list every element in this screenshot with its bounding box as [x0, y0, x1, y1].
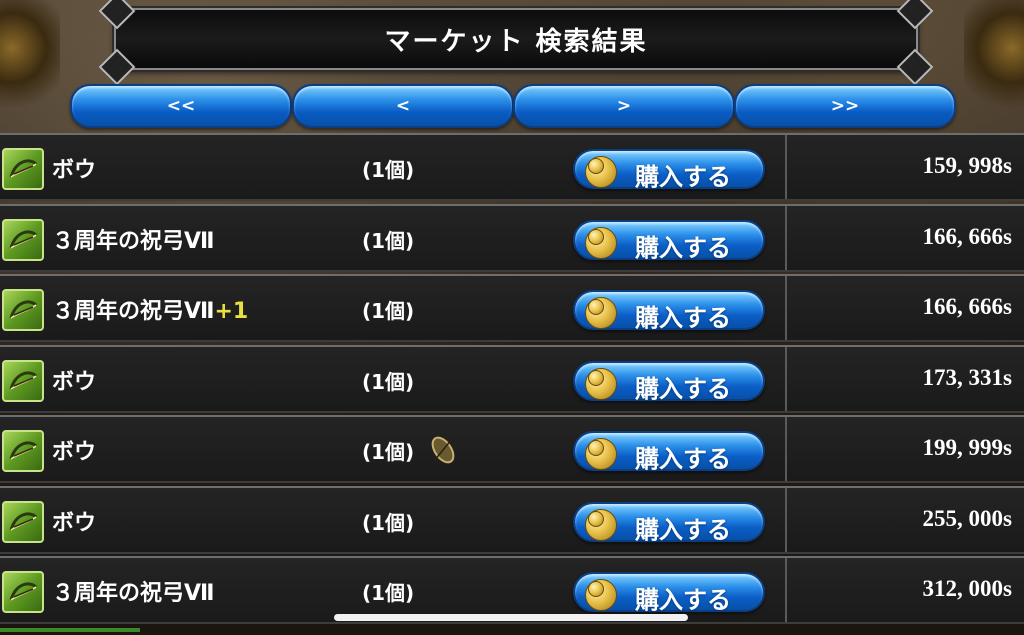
bow-icon: [2, 430, 44, 472]
list-item[interactable]: ３周年の祝弓Ⅶ+1 (1個) 購入する 166, 666s: [0, 274, 1024, 342]
leaf-icon: [431, 436, 455, 464]
item-price: 166, 666s: [922, 294, 1012, 319]
column-divider: [785, 417, 787, 481]
bow-icon: [2, 289, 44, 331]
item-name: ３周年の祝弓Ⅶ: [52, 228, 215, 254]
column-divider: [785, 205, 787, 270]
column-divider: [785, 276, 787, 340]
list-item[interactable]: ボウ (1個) 購入する 159, 998s: [0, 133, 1024, 201]
buy-button[interactable]: 購入する: [573, 431, 765, 473]
list-item[interactable]: ボウ (1個) 購入する 255, 000s: [0, 485, 1024, 554]
buy-button-label: 購入する: [635, 163, 731, 191]
buy-button[interactable]: 購入する: [573, 149, 765, 191]
bow-icon: [2, 148, 44, 190]
item-quantity: (1個): [362, 581, 415, 605]
list-item[interactable]: ボウ (1個) 購入する 173, 331s: [0, 344, 1024, 413]
list-item[interactable]: ボウ (1個) 購入する 199, 999s: [0, 415, 1024, 483]
coin-icon: [585, 156, 617, 188]
item-quantity: (1個): [362, 299, 415, 323]
buy-button[interactable]: 購入する: [573, 219, 765, 262]
home-indicator[interactable]: [334, 614, 688, 621]
item-price: 199, 999s: [922, 435, 1012, 460]
last-page-button[interactable]: >>: [734, 84, 956, 128]
buy-button[interactable]: 購入する: [573, 290, 765, 332]
coin-icon: [585, 297, 617, 329]
buy-button-label: 購入する: [635, 374, 731, 403]
coin-icon: [585, 226, 617, 259]
next-page-button[interactable]: >: [513, 84, 735, 128]
column-divider: [785, 135, 787, 199]
ornament-left: [0, 0, 60, 120]
item-quantity: (1個): [362, 510, 415, 535]
buy-button-label: 購入する: [635, 445, 731, 473]
column-divider: [785, 487, 787, 552]
column-divider: [785, 346, 787, 411]
item-price: 159, 998s: [922, 153, 1012, 178]
item-quantity: (1個): [362, 440, 415, 464]
first-page-button[interactable]: <<: [70, 84, 292, 128]
item-price: 173, 331s: [922, 364, 1012, 390]
coin-icon: [585, 367, 617, 400]
buy-button[interactable]: 購入する: [573, 572, 765, 614]
list-item[interactable]: ３周年の祝弓Ⅶ (1個) 購入する 166, 666s: [0, 203, 1024, 272]
coin-icon: [585, 508, 617, 541]
item-name: ボウ: [52, 510, 97, 536]
item-name: ３周年の祝弓Ⅶ+1: [52, 299, 249, 324]
title-bar: マーケット 検索結果: [98, 0, 934, 86]
page-title: マーケット 検索結果: [384, 26, 648, 57]
item-name: ボウ: [52, 158, 97, 183]
prev-page-button[interactable]: <: [292, 84, 514, 128]
item-price: 312, 000s: [922, 576, 1012, 601]
item-quantity: (1個): [362, 369, 415, 394]
bow-icon: [2, 500, 44, 543]
bow-icon: [2, 359, 44, 402]
buy-button-label: 購入する: [635, 515, 731, 544]
coin-icon: [585, 438, 617, 470]
buy-button-label: 購入する: [635, 586, 731, 614]
item-name: ３周年の祝弓Ⅶ: [52, 581, 215, 606]
buy-button-label: 購入する: [635, 304, 731, 332]
column-divider: [785, 558, 787, 622]
item-price: 166, 666s: [922, 223, 1012, 249]
pagination-bar: << < > >>: [70, 84, 956, 128]
bow-icon: [2, 571, 44, 613]
progress-strip: [0, 628, 140, 632]
item-name: ボウ: [52, 440, 97, 465]
item-quantity: (1個): [362, 158, 415, 182]
item-price: 255, 000s: [922, 505, 1012, 531]
buy-button-label: 購入する: [635, 233, 731, 262]
item-quantity: (1個): [362, 228, 415, 253]
buy-button[interactable]: 購入する: [573, 360, 765, 403]
ornament-right: [964, 0, 1024, 120]
coin-icon: [585, 579, 617, 611]
item-name: ボウ: [52, 369, 97, 395]
buy-button[interactable]: 購入する: [573, 501, 765, 544]
bow-icon: [2, 218, 44, 261]
